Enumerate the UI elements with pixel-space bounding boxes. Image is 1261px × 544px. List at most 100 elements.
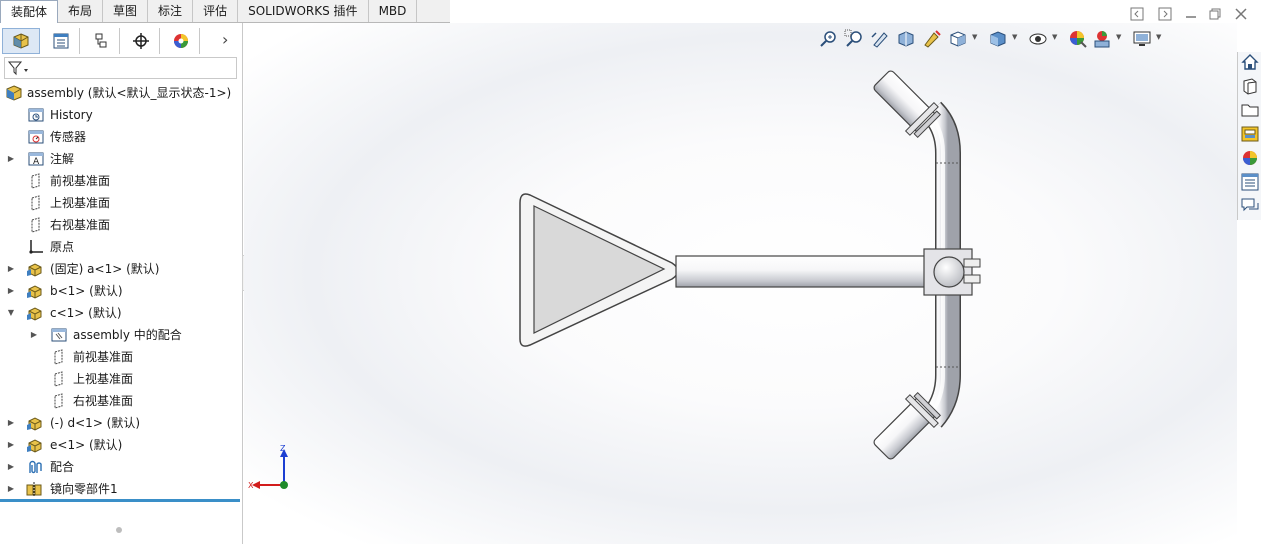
appearances-icon[interactable]	[1240, 148, 1260, 168]
home-icon[interactable]	[1240, 52, 1260, 72]
panel-grip[interactable]	[116, 527, 122, 533]
tab-mbd[interactable]: MBD	[369, 0, 418, 22]
file-explorer-icon[interactable]	[1240, 100, 1260, 120]
expand-arrow-icon[interactable]: ▶	[6, 149, 16, 169]
tree-item-sensors[interactable]: 传感器	[0, 127, 242, 147]
custom-properties-icon[interactable]	[1240, 172, 1260, 192]
tree-item-label: assembly 中的配合	[73, 328, 182, 342]
tree-item-c-top-plane[interactable]: 上视基准面	[0, 369, 242, 389]
tree-item-origin[interactable]: 原点	[0, 237, 242, 257]
mates-icon	[29, 460, 42, 474]
zoom-to-fit-icon[interactable]	[818, 29, 838, 49]
mirror-component-icon	[26, 482, 42, 497]
model-view[interactable]	[244, 23, 1237, 544]
view-settings-dropdown-icon[interactable]: ▼	[1156, 33, 1161, 41]
propertymanager-icon[interactable]	[42, 28, 80, 54]
hub-part[interactable]	[923, 248, 981, 296]
featuremanager-icon[interactable]	[2, 28, 40, 54]
tree-item-label: c<1> (默认)	[50, 306, 122, 320]
view-orientation-icon[interactable]	[948, 29, 968, 49]
apply-scene-dropdown-icon[interactable]: ▼	[1116, 33, 1121, 41]
tree-item-label: 配合	[50, 460, 75, 474]
plane-icon	[31, 173, 40, 189]
tree-item-top-plane[interactable]: 上视基准面	[0, 193, 242, 213]
collapse-arrow-icon[interactable]: ▼	[6, 303, 16, 323]
tree-item-mirror-component[interactable]: ▶ 镜向零部件1	[0, 479, 242, 499]
dimxpert-icon[interactable]	[122, 28, 160, 54]
tree-item-mates[interactable]: ▶ 配合	[0, 457, 242, 477]
previous-view-icon[interactable]	[870, 29, 890, 49]
edit-appearance-icon[interactable]	[1068, 29, 1088, 49]
tab-layout[interactable]: 布局	[58, 0, 104, 22]
tree-item-annotations[interactable]: ▶ A 注解	[0, 149, 242, 169]
tree-item-c-front-plane[interactable]: 前视基准面	[0, 347, 242, 367]
section-view-icon[interactable]	[896, 29, 916, 49]
design-library-icon[interactable]	[1240, 76, 1260, 96]
minimize-icon[interactable]	[1184, 7, 1198, 21]
tree-root-label: assembly (默认<默认_显示状态-1>)	[27, 86, 232, 100]
collapse-panel-left-icon[interactable]	[1130, 7, 1144, 21]
command-manager-tabs: 装配体 布局 草图 标注 评估 SOLIDWORKS 插件 MBD	[0, 0, 450, 23]
hide-show-items-icon[interactable]	[1028, 29, 1048, 49]
expand-arrow-icon[interactable]: ▶	[6, 413, 16, 433]
dynamic-annotation-icon[interactable]	[922, 29, 942, 49]
expand-arrow-icon[interactable]: ▶	[6, 457, 16, 477]
expand-arrow-icon[interactable]: ▶	[6, 479, 16, 499]
tree-item-part-a[interactable]: ▶ (固定) a<1> (默认)	[0, 259, 242, 279]
expand-arrow-icon[interactable]: ▶	[29, 325, 39, 345]
tree-item-label: History	[50, 108, 93, 122]
tree-item-c-right-plane[interactable]: 右视基准面	[0, 391, 242, 411]
filter-box[interactable]	[4, 57, 237, 79]
tree-item-label: 镜向零部件1	[50, 482, 118, 496]
graphics-area[interactable]: ▼ ▼ ▼ ▼ ▼ Z X	[244, 23, 1237, 544]
tree-item-part-d[interactable]: ▶ (-) d<1> (默认)	[0, 413, 242, 433]
tree-root-assembly[interactable]: assembly (默认<默认_显示状态-1>)	[0, 83, 242, 103]
shaft-part[interactable]	[675, 255, 937, 288]
view-orientation-dropdown-icon[interactable]: ▼	[972, 33, 977, 41]
rollback-bar[interactable]	[0, 499, 240, 502]
tree-item-front-plane[interactable]: 前视基准面	[0, 171, 242, 191]
part-icon	[27, 417, 42, 431]
plane-icon	[31, 217, 40, 233]
configurationmanager-icon[interactable]	[82, 28, 120, 54]
apply-scene-icon[interactable]	[1092, 29, 1112, 49]
display-style-dropdown-icon[interactable]: ▼	[1012, 33, 1017, 41]
tree-item-label: 原点	[50, 240, 75, 254]
part-icon	[27, 285, 42, 299]
expand-arrow-icon[interactable]: ▶	[6, 259, 16, 279]
forum-icon[interactable]	[1240, 196, 1260, 216]
tree-item-part-c[interactable]: ▼ c<1> (默认)	[0, 303, 242, 323]
panel-more-button[interactable]: ›	[222, 30, 238, 50]
display-manager-icon[interactable]	[162, 28, 200, 54]
tree-item-part-e[interactable]: ▶ e<1> (默认)	[0, 435, 242, 455]
view-palette-icon[interactable]	[1240, 124, 1260, 144]
tab-solidworks-addins[interactable]: SOLIDWORKS 插件	[238, 0, 369, 22]
display-style-icon[interactable]	[988, 29, 1008, 49]
tree-item-assembly-mates[interactable]: ▶ assembly 中的配合	[0, 325, 242, 345]
zoom-to-area-icon[interactable]	[844, 29, 864, 49]
view-settings-icon[interactable]	[1132, 29, 1152, 49]
collapse-panel-right-icon[interactable]	[1158, 7, 1172, 21]
tree-item-right-plane[interactable]: 右视基准面	[0, 215, 242, 235]
tree-item-history[interactable]: History	[0, 105, 242, 125]
expand-arrow-icon[interactable]: ▶	[6, 435, 16, 455]
tab-markup[interactable]: 标注	[148, 0, 194, 22]
history-icon	[28, 108, 44, 122]
tab-assembly[interactable]: 装配体	[0, 0, 59, 23]
tab-evaluate[interactable]: 评估	[193, 0, 239, 22]
plane-icon	[54, 371, 63, 387]
triangle-part[interactable]	[519, 193, 679, 347]
tree-item-label: 右视基准面	[73, 394, 134, 408]
close-icon[interactable]	[1234, 7, 1248, 21]
triad-z-label: Z	[280, 444, 286, 453]
hide-show-dropdown-icon[interactable]: ▼	[1052, 33, 1057, 41]
plane-icon	[54, 349, 63, 365]
tree-item-part-b[interactable]: ▶ b<1> (默认)	[0, 281, 242, 301]
expand-arrow-icon[interactable]: ▶	[6, 281, 16, 301]
tree-item-label: 传感器	[50, 130, 87, 144]
filter-icon[interactable]	[8, 60, 30, 76]
restore-icon[interactable]	[1208, 7, 1222, 21]
tab-sketch[interactable]: 草图	[103, 0, 149, 22]
part-icon	[27, 263, 42, 277]
tree-item-label: (-) d<1> (默认)	[50, 416, 141, 430]
